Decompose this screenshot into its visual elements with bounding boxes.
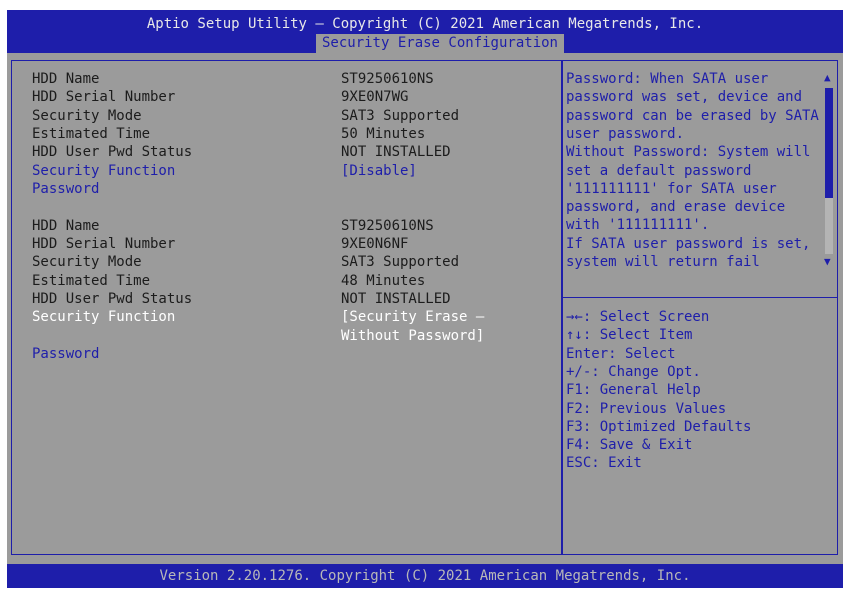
pwd-status-label: HDD User Pwd Status [32,144,193,160]
bios-screen: Aptio Setup Utility – Copyright (C) 2021… [7,10,843,588]
app-title: Aptio Setup Utility – Copyright (C) 2021… [146,16,704,32]
help-line: password was set, device and [566,89,803,106]
estimated-time-label: Estimated Time [32,273,151,289]
estimated-time-value: 48 Minutes [341,273,426,289]
hdd-serial-value: 9XE0N7WG [341,89,409,105]
hdd-serial-value: 9XE0N6NF [341,236,409,252]
pwd-status-value: NOT INSTALLED [341,291,451,307]
key-hint: +/-: Change Opt. [566,363,701,380]
help-scrollbar-thumb[interactable] [825,88,833,198]
panel-divider [561,60,563,555]
help-line: with '111111111'. [566,217,710,234]
estimated-time-value: 50 Minutes [341,126,426,142]
key-hint: F2: Previous Values [566,400,727,417]
security-function-value-line2[interactable]: Without Password] [341,327,484,345]
help-line: set a default password [566,162,752,179]
scroll-up-arrow-icon[interactable]: ▲ [824,72,831,84]
help-line: password, and erase device [566,199,786,216]
help-line: If SATA user password is set, [566,235,811,252]
help-line: password can be erased by SATA [566,107,819,124]
tab-security-erase-configuration[interactable]: Security Erase Configuration [316,34,564,53]
help-line: Without Password: System will [566,144,811,161]
password-option[interactable]: Password [32,345,99,363]
estimated-time-label: Estimated Time [32,126,151,142]
hdd-name-label: HDD Name [32,71,100,87]
hdd-name-value: ST9250610NS [341,71,434,87]
password-option[interactable]: Password [32,180,99,198]
hdd-name-value: ST9250610NS [341,218,434,234]
security-mode-value: SAT3 Supported [341,108,460,124]
key-hint: F1: General Help [566,382,701,399]
footer-version: Version 2.20.1276. Copyright (C) 2021 Am… [7,564,843,588]
security-function-value[interactable]: [Disable] [341,162,417,180]
pwd-status-value: NOT INSTALLED [341,144,451,160]
security-function-value-selected[interactable]: [Security Erase – [341,308,484,326]
key-hint: ESC: Exit [566,455,642,472]
security-mode-value: SAT3 Supported [341,254,460,270]
header-bar: Aptio Setup Utility – Copyright (C) 2021… [7,10,843,53]
key-hint: →←: Select Screen [566,309,710,325]
key-hint: F3: Optimized Defaults [566,418,752,435]
security-mode-label: Security Mode [32,254,142,270]
hdd-name-label: HDD Name [32,218,100,234]
help-line: system will return fail [566,254,760,270]
help-line: user password. [566,125,685,142]
hdd-serial-label: HDD Serial Number [32,236,176,252]
security-function-option[interactable]: Security Function [32,162,175,180]
help-line: Password: When SATA user [566,71,769,87]
key-hint: F4: Save & Exit [566,437,693,454]
pwd-status-label: HDD User Pwd Status [32,291,193,307]
hdd-serial-label: HDD Serial Number [32,89,176,105]
scroll-down-arrow-icon[interactable]: ▼ [824,256,831,268]
security-mode-label: Security Mode [32,108,142,124]
help-line: '111111111' for SATA user [566,180,777,197]
key-hint: ↑↓: Select Item [566,327,693,344]
security-function-option-selected[interactable]: Security Function [32,308,175,326]
key-hint: Enter: Select [566,345,676,362]
help-divider [563,297,838,298]
